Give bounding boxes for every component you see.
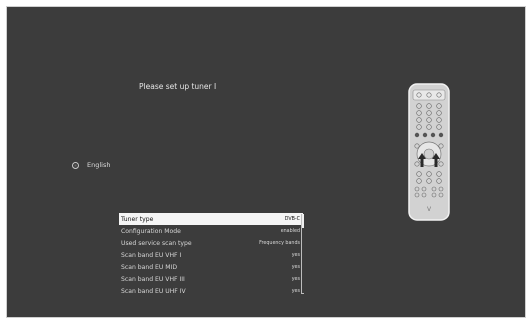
language-option[interactable]: English: [72, 161, 110, 169]
setting-label: Scan band EU MID: [121, 263, 178, 271]
setting-label: Scan band EU VHF I: [121, 251, 182, 259]
setting-value: yes: [291, 276, 300, 282]
setting-label: Scan band EU UHF IV: [121, 287, 186, 295]
scrollbar[interactable]: [301, 214, 304, 294]
settings-row[interactable]: Tuner type DVB-C: [119, 213, 303, 225]
setting-label: Tuner type: [121, 215, 154, 223]
settings-row[interactable]: Scan band EU VHF I yes: [119, 249, 303, 261]
setting-value: enabled: [280, 228, 300, 234]
settings-row[interactable]: Scan band EU UHF IV yes: [119, 285, 303, 297]
setting-value: DVB-C: [284, 216, 300, 222]
setting-value: yes: [291, 264, 300, 270]
setting-value: yes: [291, 252, 300, 258]
page-title: Please set up tuner I: [139, 82, 217, 91]
scrollbar-thumb[interactable]: [302, 214, 304, 228]
setting-value: yes: [291, 288, 300, 294]
setting-label: Configuration Mode: [121, 227, 181, 235]
settings-row[interactable]: Scan band EU MID yes: [119, 261, 303, 273]
remote-control-icon: V: [408, 83, 450, 221]
radio-icon: [72, 161, 79, 169]
tv-screen: Please set up tuner I English Tuner type…: [6, 6, 526, 318]
setting-label: Scan band EU VHF III: [121, 275, 185, 283]
setting-label: Used service scan type: [121, 239, 192, 247]
settings-row[interactable]: Configuration Mode enabled: [119, 225, 303, 237]
settings-row[interactable]: Scan band EU VHF III yes: [119, 273, 303, 285]
settings-row[interactable]: Used service scan type Frequency bands: [119, 237, 303, 249]
setting-value: Frequency bands: [259, 240, 300, 246]
language-label: English: [87, 161, 111, 169]
settings-list: Tuner type DVB-C Configuration Mode enab…: [119, 213, 303, 297]
